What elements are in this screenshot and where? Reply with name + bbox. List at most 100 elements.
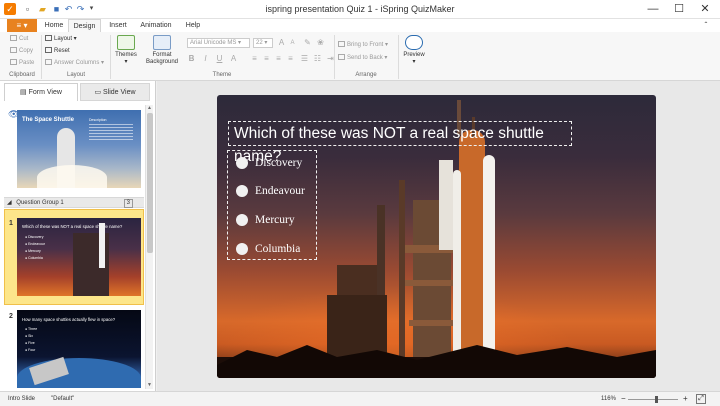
theme-group-label: Theme — [212, 72, 232, 78]
scroll-down-icon[interactable]: ▼ — [146, 382, 153, 389]
text-effects-icon[interactable]: ❀ — [316, 38, 325, 48]
slide-2-question: How many space shuttles actually flew in… — [22, 317, 116, 322]
minimize-button[interactable]: — — [640, 1, 666, 17]
ribbon-tabs: ≡ ▾ Home Design Insert Animation Help ˆ — [0, 19, 720, 32]
preview-button[interactable]: Preview ▾ — [401, 35, 427, 66]
zoom-out-icon[interactable]: − — [621, 392, 626, 406]
copy-button[interactable]: Copy — [10, 47, 33, 55]
font-size-combo[interactable]: 22 ▾ — [253, 38, 273, 48]
fit-to-window-icon[interactable]: ⤢ — [696, 394, 706, 404]
slide-1-answers: ● Discovery ● Endeavour ● Mercury ● Colu… — [25, 234, 45, 262]
thumb-answer: ● Endeavour — [25, 242, 46, 246]
send-to-back-icon — [338, 54, 345, 61]
question-group-label: Question Group 1 — [16, 200, 64, 206]
form-view-tab[interactable]: ▤ Form View — [4, 83, 78, 101]
zoom-level: 116% — [601, 396, 616, 402]
slides-scrollbar[interactable]: ▲ ▼ — [145, 105, 153, 389]
thumb-answer: ● Three — [25, 327, 38, 331]
slide-2-answers: ● Three ● Six ● Five ● Four — [25, 326, 37, 354]
zoom-slider-knob[interactable] — [655, 396, 658, 403]
align-center-icon[interactable]: ≡ — [262, 54, 271, 64]
radio-button[interactable] — [236, 243, 248, 255]
font-color-icon[interactable]: A — [229, 54, 238, 64]
answer-columns-button[interactable]: Answer Columns ▾ — [45, 59, 104, 67]
cut-icon — [10, 35, 17, 42]
thumb-answer: ● Mercury — [25, 249, 41, 253]
paste-icon — [10, 59, 17, 66]
shuttle-image — [99, 223, 105, 268]
layout-icon — [45, 35, 52, 42]
question-group-header[interactable]: ◢ Question Group 1 3 — [4, 197, 144, 208]
themes-button[interactable]: Themes ▾ — [113, 35, 139, 66]
slides-panel: ▤ Form View ▭ Slide View 👁 The Space Shu… — [0, 81, 156, 391]
thumb-answer: ● Discovery — [25, 235, 44, 239]
slide-1-question: Which of these was NOT a real space shut… — [22, 224, 123, 229]
maximize-button[interactable]: ☐ — [666, 1, 692, 17]
thumb-answer: ● Five — [25, 341, 35, 345]
font-name-combo[interactable]: Arial Unicode MS ▾ — [187, 38, 250, 48]
bullets-icon[interactable]: ☰ — [300, 54, 309, 64]
tab-animation[interactable]: Animation — [134, 19, 178, 32]
format-background-button[interactable]: Format Background — [142, 35, 182, 66]
collapse-ribbon-icon[interactable]: ˆ — [700, 19, 712, 32]
italic-button[interactable]: I — [201, 54, 210, 64]
reset-button[interactable]: Reset — [45, 47, 70, 55]
zoom-slider[interactable] — [628, 399, 678, 400]
slide-view-tab[interactable]: ▭ Slide View — [80, 83, 150, 101]
tab-design[interactable]: Design — [68, 19, 101, 32]
magnifier-icon — [405, 35, 423, 50]
slide-1-thumbnail[interactable]: Which of these was NOT a real space shut… — [17, 218, 141, 296]
current-slide-status: Intro Slide — [8, 396, 36, 402]
tab-help[interactable]: Help — [180, 19, 206, 32]
intro-slide-title: The Space Shuttle — [22, 117, 75, 123]
radio-button[interactable] — [236, 214, 248, 226]
group-separator — [398, 35, 399, 79]
clear-format-icon[interactable]: ✎ — [303, 38, 312, 48]
radio-button[interactable] — [236, 185, 248, 197]
zoom-in-icon[interactable]: + — [683, 392, 688, 406]
collapse-group-icon[interactable]: ◢ — [7, 200, 12, 206]
align-left-icon[interactable]: ≡ — [250, 54, 259, 64]
copy-icon — [10, 47, 17, 54]
underline-button[interactable]: U — [215, 54, 224, 64]
justify-icon[interactable]: ≡ — [286, 54, 295, 64]
answers-box[interactable]: Discovery Endeavour Mercury Columbia — [227, 150, 317, 260]
layout-button[interactable]: Layout ▾ — [45, 35, 77, 43]
cut-button[interactable]: Cut — [10, 35, 28, 43]
numbering-icon[interactable]: ☷ — [313, 54, 322, 64]
group-separator — [110, 35, 111, 79]
smoke-image — [37, 165, 107, 188]
columns-icon — [45, 59, 52, 66]
intro-slide-thumbnail[interactable]: The Space Shuttle Description — [17, 110, 141, 188]
slide-view-icon: ▭ — [94, 89, 103, 96]
slide-number: 1 — [9, 220, 13, 227]
bring-to-front-icon — [338, 41, 345, 48]
file-menu-button[interactable]: ≡ ▾ — [7, 19, 37, 32]
group-separator — [41, 35, 42, 79]
reset-icon — [45, 47, 52, 54]
close-button[interactable]: ✕ — [692, 1, 718, 17]
grow-font-icon[interactable]: A — [277, 38, 286, 48]
shrink-font-icon[interactable]: A — [288, 38, 297, 48]
scroll-up-icon[interactable]: ▲ — [146, 105, 153, 112]
bring-to-front-button[interactable]: Bring to Front ▾ — [338, 41, 388, 49]
slide-2-thumbnail[interactable]: How many space shuttles actually flew in… — [17, 310, 141, 388]
radio-button[interactable] — [236, 157, 248, 169]
slide-number: 2 — [9, 313, 13, 320]
form-view-icon: ▤ — [20, 89, 29, 96]
bold-button[interactable]: B — [187, 54, 196, 64]
question-count-badge: 3 — [123, 199, 133, 208]
tab-home[interactable]: Home — [40, 19, 68, 32]
theme-status: "Default" — [51, 396, 75, 402]
title-bar: ✓ ▫ ▰ ■ ↶ ↷ ▾ ispring presentation Quiz … — [0, 0, 720, 19]
scrollbar-thumb[interactable] — [147, 113, 153, 253]
format-background-icon — [153, 35, 171, 50]
send-to-back-button[interactable]: Send to Back ▾ — [338, 54, 387, 62]
group-separator — [334, 35, 335, 79]
ribbon: Cut Copy Paste Clipboard Layout ▾ Reset … — [0, 32, 720, 81]
thumb-answer: ● Four — [25, 348, 36, 352]
align-right-icon[interactable]: ≡ — [274, 54, 283, 64]
tab-insert[interactable]: Insert — [104, 19, 132, 32]
paste-button[interactable]: Paste — [10, 59, 34, 67]
question-text-box[interactable]: Which of these was NOT a real space shut… — [228, 121, 572, 165]
